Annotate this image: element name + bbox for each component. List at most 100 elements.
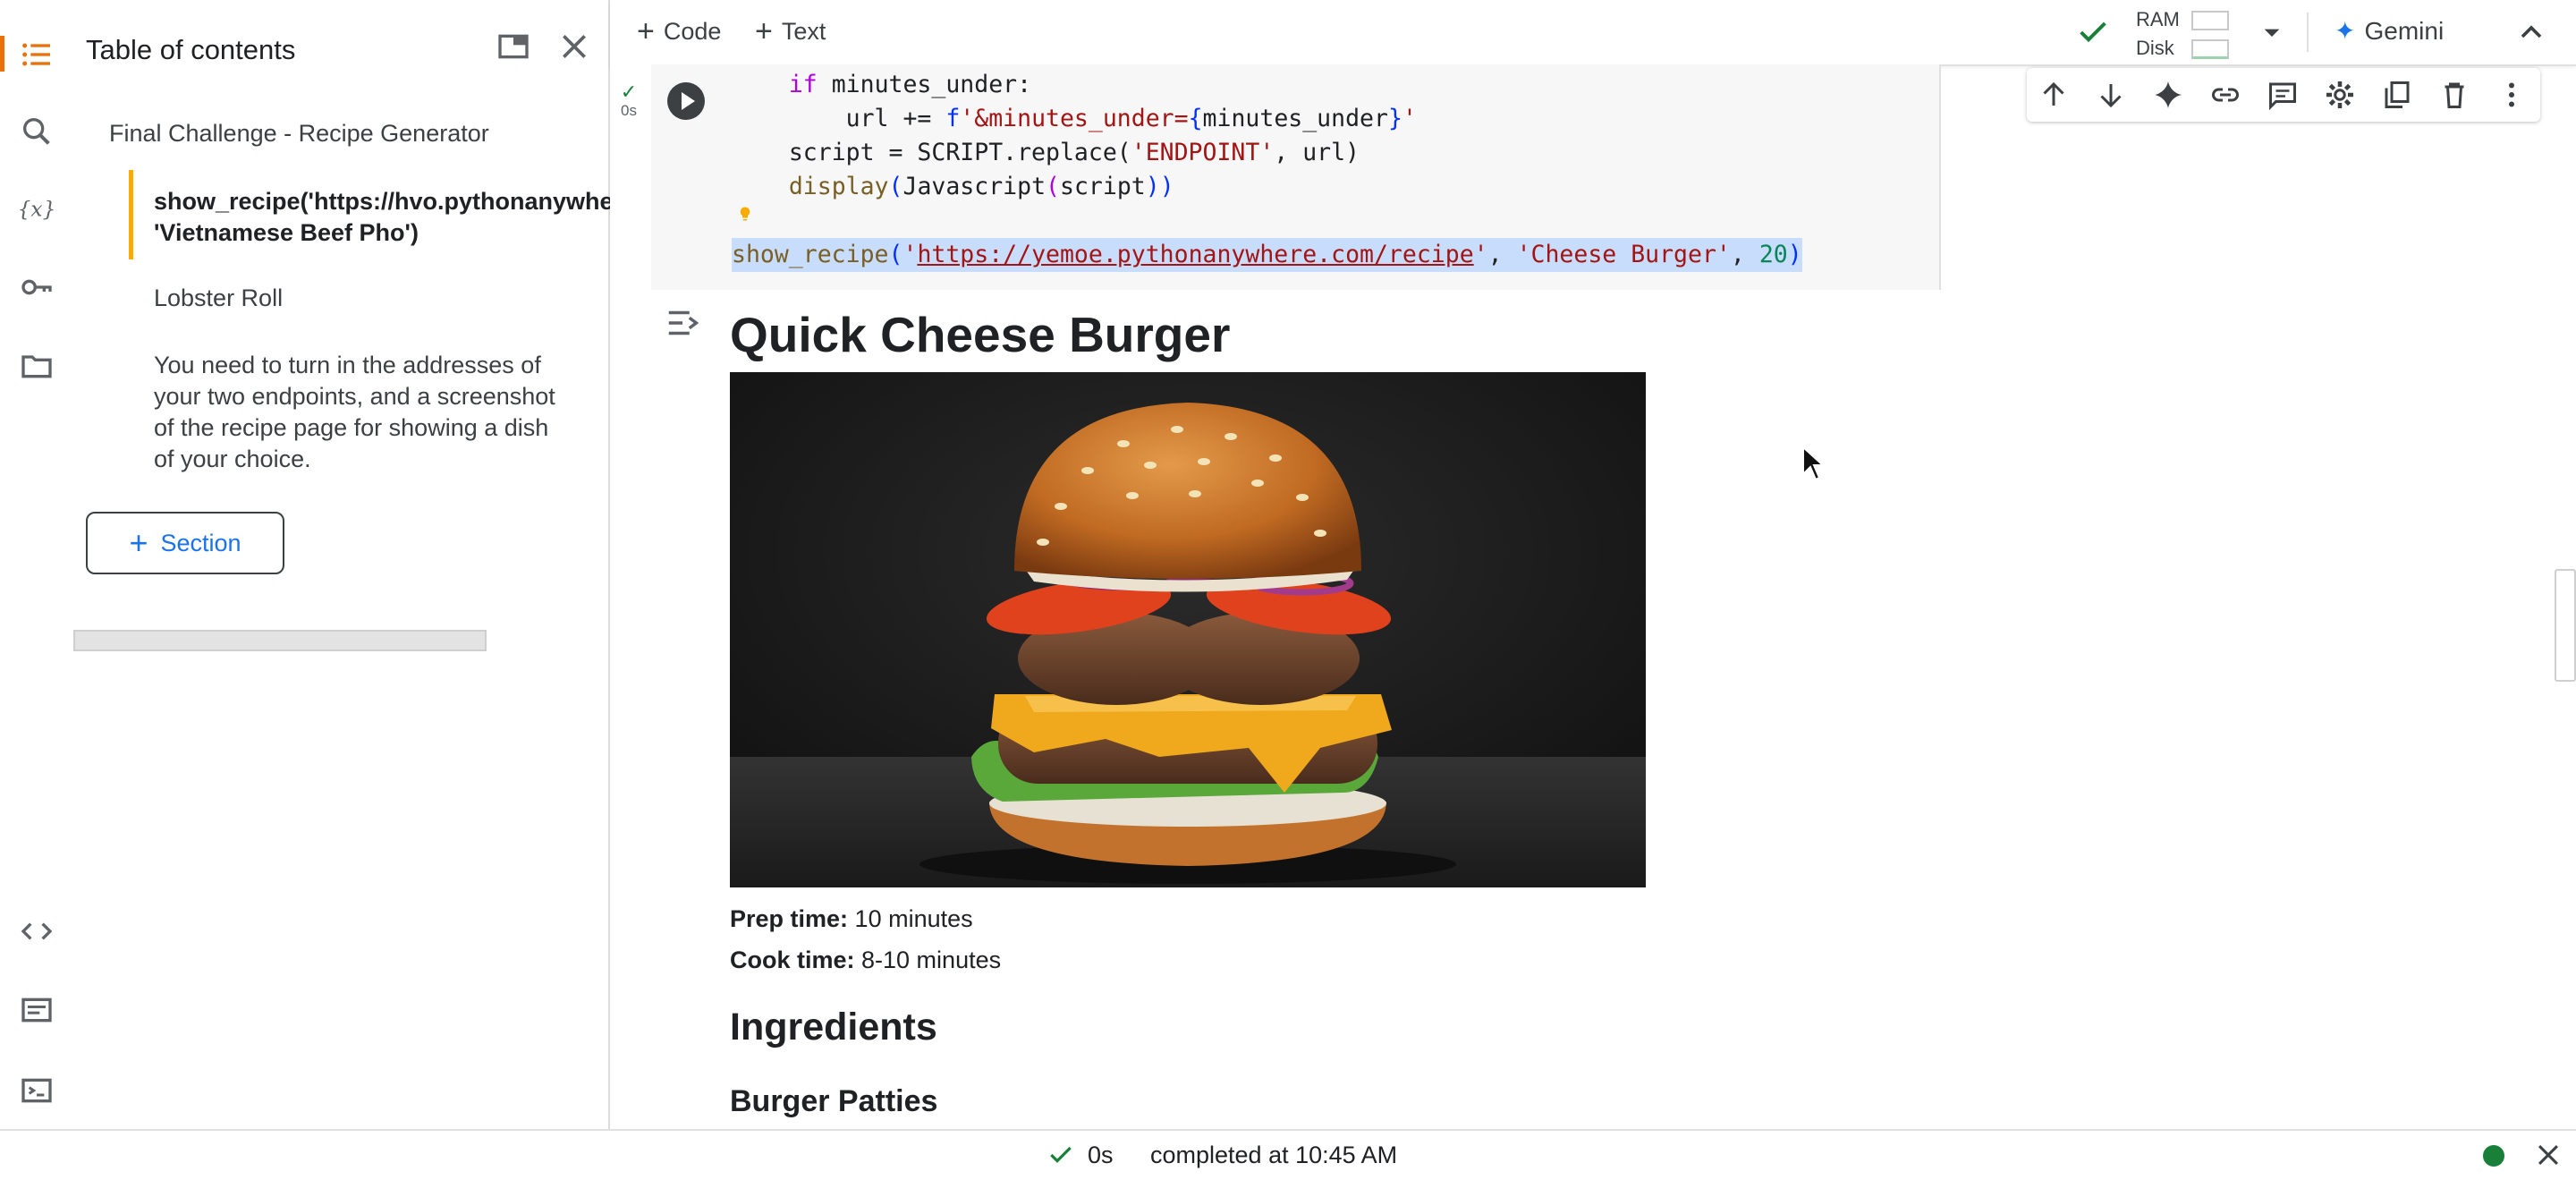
move-up-icon[interactable] — [2034, 75, 2073, 115]
notebook-toolbar: + Code + Text RAM Disk ✦ Gemini — [610, 0, 2576, 66]
resource-monitor[interactable]: RAM Disk — [2136, 5, 2229, 63]
open-in-tab-icon[interactable] — [492, 25, 535, 68]
terminal-icon[interactable] — [16, 1070, 57, 1111]
delete-trash-icon[interactable] — [2435, 75, 2474, 115]
toc-item-turn-in[interactable]: You need to turn in the addresses of you… — [154, 350, 574, 475]
code-token: ' — [1473, 241, 1488, 268]
code-token: , url) — [1274, 139, 1360, 166]
notebook-vertical-scrollbar[interactable] — [2555, 569, 2576, 682]
toc-selected-indicator — [129, 170, 133, 259]
code-token: f — [945, 105, 961, 132]
recipe-title: Quick Cheese Burger — [730, 307, 1231, 362]
mirror-cell-icon[interactable] — [2377, 75, 2417, 115]
add-section-button[interactable]: + Section — [86, 512, 284, 574]
comment-icon[interactable] — [2263, 75, 2302, 115]
execution-time: 0s — [621, 102, 637, 119]
toc-item-show-recipe[interactable]: show_recipe('https://hvo.pythonanywhere … — [154, 186, 610, 249]
plus-icon: + — [755, 14, 773, 48]
gemini-label: Gemini — [2364, 16, 2445, 45]
code-line-1[interactable]: if minutes_under: — [732, 68, 1031, 102]
command-palette-icon[interactable] — [16, 989, 57, 1031]
rail-active-indicator — [0, 36, 4, 72]
status-bar: 0s completed at 10:45 AM — [0, 1129, 2576, 1180]
close-icon[interactable] — [553, 25, 596, 68]
code-line-4[interactable]: display(Javascript(script)) — [732, 170, 1174, 204]
cell-toolbar — [2027, 68, 2540, 122]
execution-status: ✓ 0s — [617, 82, 640, 120]
code-token: ) — [1787, 241, 1802, 268]
prep-time-label: Prep time: — [730, 905, 849, 932]
code-token: ' — [1402, 105, 1417, 132]
settings-gear-icon[interactable] — [2320, 75, 2360, 115]
gemini-sparkle-icon: ✦ — [2334, 17, 2356, 45]
code-token: ( — [888, 241, 903, 268]
code-token: script = SCRIPT.replace( — [788, 139, 1131, 166]
code-token: show_recipe — [732, 241, 889, 268]
toc-title: Table of contents — [86, 34, 296, 65]
code-token: display — [788, 173, 889, 200]
status-completed-text: completed at 10:45 AM — [1150, 1142, 1398, 1168]
plus-icon: + — [637, 14, 655, 48]
svg-text:{x}: {x} — [19, 196, 55, 221]
prep-time: Prep time: 10 minutes — [730, 905, 973, 933]
variables-icon[interactable]: {x} — [16, 188, 57, 229]
code-token: 'ENDPOINT' — [1131, 139, 1275, 166]
runtime-dropdown-icon[interactable] — [2254, 14, 2290, 55]
add-section-label: Section — [160, 529, 242, 556]
runtime-status-dot[interactable] — [2483, 1145, 2504, 1167]
code-line-3[interactable]: script = SCRIPT.replace('ENDPOINT', url) — [732, 136, 1360, 170]
gemini-sparkle-icon[interactable] — [2148, 75, 2188, 115]
add-code-label: Code — [663, 17, 722, 45]
toolbar-divider — [2307, 13, 2309, 52]
ingredients-heading: Ingredients — [730, 1006, 937, 1048]
toc-item-final-challenge[interactable]: Final Challenge - Recipe Generator — [109, 118, 489, 149]
code-line-2[interactable]: url += f'&minutes_under={minutes_under}' — [732, 102, 1417, 136]
left-rail: {x} — [0, 0, 73, 1129]
output-actions-icon[interactable] — [664, 302, 705, 348]
close-icon[interactable] — [2533, 1140, 2563, 1175]
code-snippets-icon[interactable] — [16, 911, 57, 952]
code-token: 20 — [1758, 241, 1788, 268]
disk-label: Disk — [2136, 37, 2174, 59]
code-token: Javascript — [902, 173, 1046, 200]
success-check-icon: ✓ — [620, 81, 638, 103]
table-of-contents-icon[interactable] — [16, 34, 57, 75]
code-line-5[interactable]: show_recipe('https://yemoe.pythonanywher… — [732, 238, 1802, 272]
cell-divider — [1939, 64, 1941, 290]
ram-label: RAM — [2136, 8, 2180, 30]
link-icon[interactable] — [2206, 75, 2245, 115]
connected-check-icon[interactable] — [2075, 14, 2111, 55]
move-down-icon[interactable] — [2091, 75, 2131, 115]
code-url-link[interactable]: https://yemoe.pythonanywhere.com/recipe — [917, 241, 1473, 268]
code-token: ( — [888, 173, 903, 200]
table-of-contents-panel: Table of contents Final Challenge - Reci… — [73, 0, 610, 1129]
cook-time-value: 8-10 minutes — [854, 947, 1002, 973]
add-text-label: Text — [781, 17, 826, 45]
code-token: if — [788, 71, 818, 98]
toc-horizontal-scrollbar[interactable] — [73, 630, 487, 651]
toc-item-lobster-roll[interactable]: Lobster Roll — [154, 283, 283, 314]
lightbulb-icon[interactable] — [737, 206, 753, 222]
collapse-header-icon[interactable] — [2513, 14, 2549, 55]
files-folder-icon[interactable] — [16, 345, 57, 386]
status-exec-time: 0s — [1088, 1142, 1114, 1168]
code-token: { — [1188, 105, 1203, 132]
code-token: ( — [1046, 173, 1060, 200]
disk-usage-bar — [2191, 39, 2229, 59]
more-options-icon[interactable] — [2492, 75, 2531, 115]
code-token: ' — [902, 241, 918, 268]
secrets-key-icon[interactable] — [16, 267, 57, 308]
code-token: } — [1387, 105, 1402, 132]
gemini-button[interactable]: ✦ Gemini — [2334, 16, 2444, 46]
add-code-cell-button[interactable]: + Code — [637, 16, 721, 47]
cook-time: Cook time: 8-10 minutes — [730, 947, 1001, 974]
code-token: script — [1060, 173, 1146, 200]
add-text-cell-button[interactable]: + Text — [755, 16, 826, 47]
code-token: '&minutes_under= — [960, 105, 1189, 132]
recipe-photo — [730, 372, 1646, 887]
code-token: minutes_under: — [817, 71, 1032, 98]
code-token: minutes_under — [1202, 105, 1388, 132]
search-icon[interactable] — [16, 111, 57, 152]
code-token: , — [1487, 241, 1517, 268]
run-cell-button[interactable] — [667, 82, 705, 120]
